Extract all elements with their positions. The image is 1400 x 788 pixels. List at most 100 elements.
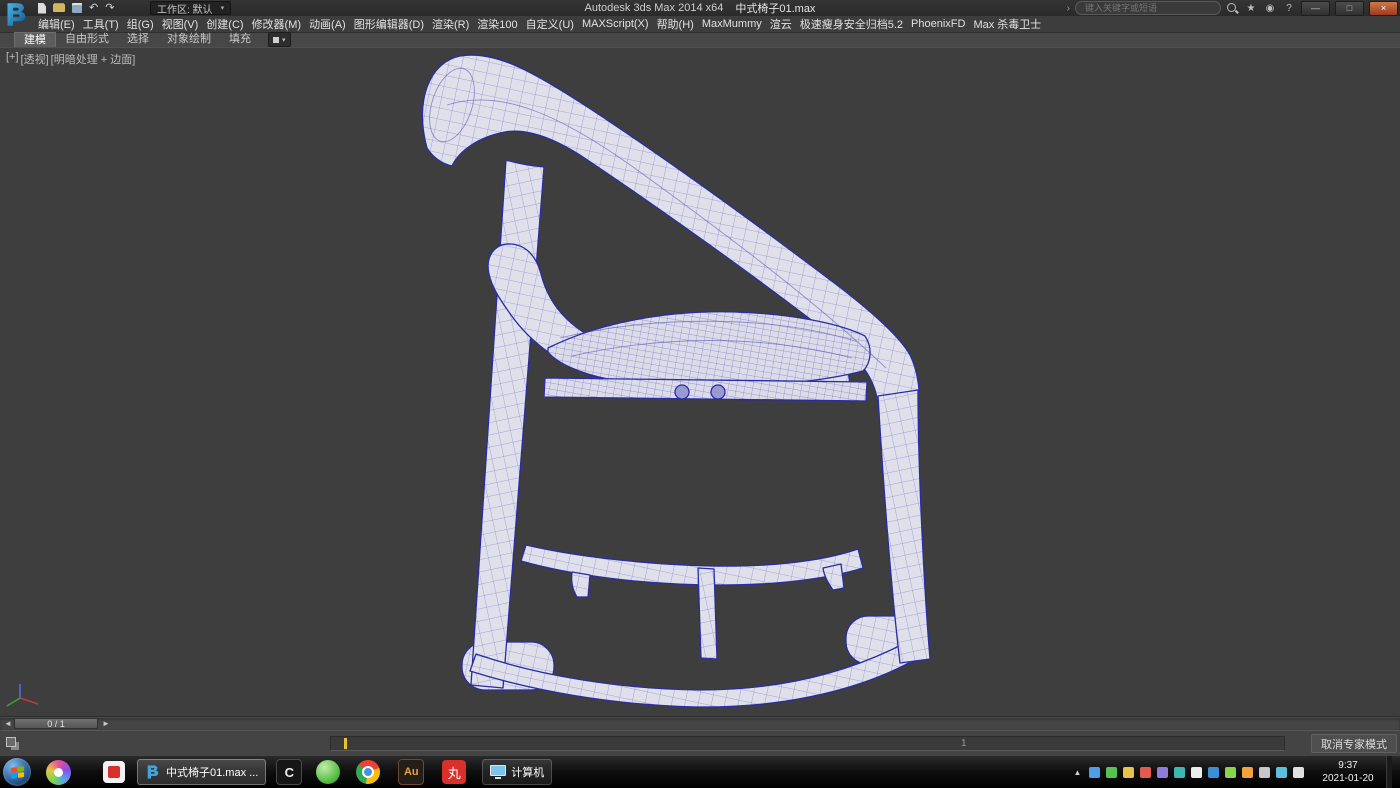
menu-item-customize[interactable]: 自定义(U) [522,16,578,32]
menu-item-animation[interactable]: 动画(A) [305,16,350,32]
start-button[interactable] [3,758,31,786]
chair-center-post[interactable] [698,568,717,659]
taskbar-item-3dsmax[interactable]: 中式椅子01.max ... [137,759,266,785]
ribbon-tab-freeform[interactable]: 自由形式 [56,32,118,47]
chevron-down-icon: ▾ [221,4,225,12]
ribbon-minimize-button[interactable]: ▾ [268,32,291,47]
tray-icon-12[interactable] [1276,767,1287,778]
infocenter-collapse-icon[interactable]: › [1067,3,1070,14]
workspace-label: 工作区: 默认 [157,1,213,16]
show-desktop-button[interactable] [1386,756,1392,788]
maximize-button[interactable]: □ [1335,1,1364,16]
favorites-star-icon[interactable]: ★ [1244,3,1258,14]
menu-item-tools[interactable]: 工具(T) [79,16,123,32]
red-app-icon[interactable] [103,761,125,783]
search-box[interactable] [1075,1,1221,15]
search-icon[interactable] [1226,2,1239,15]
chair-model[interactable] [421,55,930,707]
help-icon[interactable]: ? [1282,3,1296,14]
tray-icon-9[interactable] [1225,767,1236,778]
menu-item-help[interactable]: 帮助(H) [653,16,698,32]
taskbar-item-computer[interactable]: 计算机 [482,759,552,785]
app-title: Autodesk 3ds Max 2014 x64 [585,2,724,14]
chair-peg-right[interactable] [711,385,725,399]
ribbon-tab-populate[interactable]: 填充 [220,32,260,47]
ribbon-tab-selection[interactable]: 选择 [118,32,158,47]
green-browser-icon[interactable] [316,760,340,784]
pill-app-icon[interactable]: 丸 [442,760,466,784]
chair-wireframe-model[interactable] [0,48,1400,716]
save-file-icon[interactable] [72,3,82,13]
chair-back-leg[interactable] [471,160,544,688]
time-slider-track[interactable] [0,718,1400,730]
track-bar-row: 1 取消专家模式 [0,730,1400,756]
time-slider-handle[interactable]: 0 / 1 [14,718,98,729]
menu-item-max-antivirus[interactable]: Max 杀毒卫士 [969,16,1045,32]
viewport-shading-menu[interactable]: [明暗处理 + 边面] [51,51,136,67]
current-frame-marker[interactable] [344,738,347,749]
menu-item-graph-editors[interactable]: 图形编辑器(D) [350,16,428,32]
viewport-general-menu[interactable]: [+] [6,51,19,67]
hidden-icons-arrow[interactable]: ▲ [1072,767,1083,778]
new-scene-icon[interactable] [38,3,46,14]
communication-center-icon[interactable]: ◉ [1263,3,1277,14]
tray-icon-2[interactable] [1106,767,1117,778]
chair-seat[interactable] [548,312,870,387]
tray-icon-7[interactable] [1191,767,1202,778]
mini-listener-icon[interactable] [5,736,21,752]
clock[interactable]: 9:37 2021-01-20 [1316,759,1380,785]
3dsmax-logo[interactable] [3,1,30,28]
chair-seat-rail[interactable] [544,378,867,401]
menu-item-maxscript[interactable]: MAXScript(X) [578,16,653,32]
chair-hook-left[interactable] [572,572,590,597]
chrome-icon[interactable] [356,760,380,784]
chair-peg-left[interactable] [675,385,689,399]
viewport-pov-menu[interactable]: [透视] [21,51,49,67]
redo-icon[interactable]: ↷ [105,1,114,15]
menu-item-phoenixfd[interactable]: PhoenixFD [907,16,969,32]
menu-item-create[interactable]: 创建(C) [202,16,247,32]
chair-hook-right[interactable] [823,564,844,590]
open-file-icon[interactable] [53,4,65,12]
taskbar-item-label: 中式椅子01.max ... [166,764,258,780]
undo-icon[interactable]: ↶ [89,1,98,15]
menu-item-render-cloud[interactable]: 渲云 [766,16,796,32]
tray-icon-5[interactable] [1157,767,1168,778]
tray-icon-6[interactable] [1174,767,1185,778]
frame-number-label: 1 [961,738,967,749]
corel-app-icon[interactable]: C [276,759,302,785]
windows-flag-icon [11,766,24,779]
tray-icon-10[interactable] [1242,767,1253,778]
viewport-label: [+] [透视] [明暗处理 + 边面] [6,51,135,67]
quick-access-toolbar: ↶ ↷ [38,1,114,15]
tray-icon-4[interactable] [1140,767,1151,778]
track-bar[interactable]: 1 [330,736,1285,751]
perspective-viewport[interactable]: [+] [透视] [明暗处理 + 边面] [0,48,1400,716]
tray-icon-3[interactable] [1123,767,1134,778]
menu-item-edit[interactable]: 编辑(E) [34,16,79,32]
tray-icon-1[interactable] [1089,767,1100,778]
minimize-button[interactable]: — [1301,1,1330,16]
tray-icon-13[interactable] [1293,767,1304,778]
cancel-expert-mode-button[interactable]: 取消专家模式 [1311,734,1397,753]
tray-icon-11[interactable] [1259,767,1270,778]
menu-item-views[interactable]: 视图(V) [158,16,203,32]
menu-item-slim-archive[interactable]: 极速瘦身安全归档5.2 [796,16,907,32]
previous-frame-button[interactable]: ◄ [2,718,14,730]
ribbon-tab-modeling[interactable]: 建模 [14,32,56,47]
menu-item-render100[interactable]: 渲染100 [473,16,521,32]
menu-item-modifiers[interactable]: 修改器(M) [248,16,306,32]
next-frame-button[interactable]: ► [100,718,112,730]
media-app-icon[interactable] [46,760,71,785]
menu-item-rendering[interactable]: 渲染(R) [428,16,473,32]
search-input[interactable] [1083,2,1213,14]
menu-item-maxmummy[interactable]: MaxMummy [698,16,766,32]
ribbon-tab-object-paint[interactable]: 对象绘制 [158,32,220,47]
tray-icon-8[interactable] [1208,767,1219,778]
screen: ↶ ↷ 工作区: 默认 ▾ Autodesk 3ds Max 2014 x64 … [0,0,1400,788]
workspace-dropdown[interactable]: 工作区: 默认 ▾ [150,1,231,15]
time-slider: ◄ 0 / 1 ► [0,716,1400,730]
audition-icon[interactable]: Au [398,759,424,785]
menu-item-group[interactable]: 组(G) [123,16,158,32]
close-button[interactable]: × [1369,1,1398,16]
